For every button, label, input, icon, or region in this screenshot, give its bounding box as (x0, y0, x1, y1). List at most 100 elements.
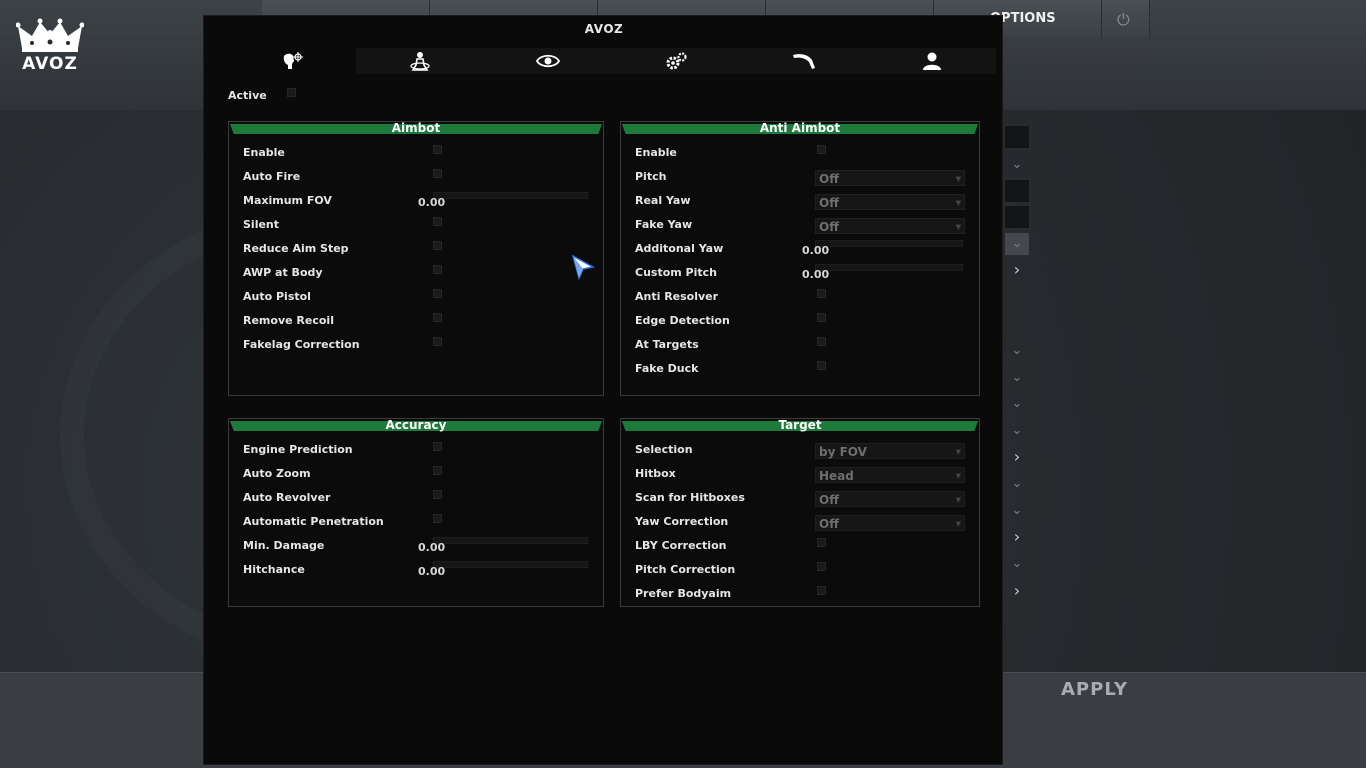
at-targets-checkbox[interactable] (817, 337, 826, 346)
maximum-fov-slider[interactable] (433, 192, 588, 199)
chevron-right-icon[interactable]: › (1005, 526, 1029, 548)
fake-yaw-dropdown[interactable]: Off ▼ (815, 218, 965, 234)
setting-row: Fake Duck (635, 361, 980, 382)
setting-row: Reduce Aim Step (243, 241, 603, 262)
settings-field[interactable] (1004, 205, 1030, 229)
tab-misc[interactable] (612, 48, 740, 74)
dropdown-arrow-icon: ▼ (955, 199, 961, 207)
setting-row: Hitchance 0.00 (243, 561, 603, 583)
setting-label: Pitch (635, 170, 667, 183)
prefer-bodyaim-checkbox[interactable] (817, 586, 826, 595)
chevron-down-icon[interactable]: ⌄ (1005, 500, 1029, 522)
setting-row: Selection by FOV ▼ (635, 443, 980, 463)
chevron-down-icon[interactable]: ⌄ (1005, 340, 1029, 362)
enable-checkbox[interactable] (433, 145, 442, 154)
real-yaw-dropdown[interactable]: Off ▼ (815, 194, 965, 210)
menu-title: AVOZ (584, 22, 624, 36)
setting-label: Edge Detection (635, 314, 730, 327)
setting-label: Scan for Hitboxes (635, 491, 745, 504)
chevron-right-icon[interactable]: › (1005, 259, 1029, 281)
pitch-dropdown[interactable]: Off ▼ (815, 170, 965, 186)
pitch-correction-checkbox[interactable] (817, 562, 826, 571)
enable-checkbox[interactable] (817, 145, 826, 154)
fakelag-correction-checkbox[interactable] (433, 337, 442, 346)
power-icon[interactable]: ⏻ (1117, 10, 1130, 30)
auto-revolver-checkbox[interactable] (433, 490, 442, 499)
chevron-down-icon[interactable]: ⌄ (1005, 233, 1029, 255)
setting-row: Real Yaw Off ▼ (635, 194, 980, 214)
automatic-penetration-checkbox[interactable] (433, 514, 442, 523)
tab-player[interactable] (868, 48, 996, 74)
hitchance-slider[interactable] (433, 561, 588, 568)
custom-pitch-slider[interactable] (815, 264, 963, 271)
slider-value: 0.00 (418, 565, 446, 578)
auto-zoom-checkbox[interactable] (433, 466, 442, 475)
active-toggle-row: Active (228, 88, 296, 102)
dropdown-value: Off (819, 493, 839, 507)
auto-pistol-checkbox[interactable] (433, 289, 442, 298)
auto-fire-checkbox[interactable] (433, 169, 442, 178)
tab-aimbot[interactable] (228, 48, 356, 74)
chevron-down-icon[interactable]: ⌄ (1005, 473, 1029, 495)
setting-row: Remove Recoil (243, 313, 603, 334)
selection-dropdown[interactable]: by FOV ▼ (815, 443, 965, 459)
logo-text: AVOZ (22, 54, 78, 74)
apply-button[interactable]: APPLY (1061, 679, 1128, 700)
awp-at-body-checkbox[interactable] (433, 265, 442, 274)
setting-row: Edge Detection (635, 313, 980, 334)
setting-row: Pitch Correction (635, 562, 980, 583)
min-damage-slider[interactable] (433, 537, 588, 544)
settings-field[interactable] (1004, 179, 1030, 203)
hitbox-dropdown[interactable]: Head ▼ (815, 467, 965, 483)
tab-skins[interactable] (740, 48, 868, 74)
chevron-down-icon[interactable]: ⌄ (1005, 553, 1029, 575)
avoz-logo: AVOZ (14, 18, 86, 74)
remove-recoil-checkbox[interactable] (433, 313, 442, 322)
chevron-right-icon[interactable]: › (1005, 446, 1029, 468)
setting-label: LBY Correction (635, 539, 727, 552)
group-title: Target (778, 418, 822, 432)
setting-label: Min. Damage (243, 539, 325, 552)
dropdown-value: Off (819, 220, 839, 234)
setting-label: Pitch Correction (635, 563, 736, 576)
dropdown-arrow-icon: ▼ (955, 448, 961, 456)
chevron-down-icon[interactable]: ⌄ (1005, 393, 1029, 415)
setting-label: Custom Pitch (635, 266, 718, 279)
chevron-down-icon[interactable]: ⌄ (1005, 154, 1029, 176)
setting-row: Prefer Bodyaim (635, 586, 980, 607)
player-icon (923, 52, 941, 70)
setting-label: Enable (635, 146, 677, 159)
chevron-right-icon[interactable]: › (1005, 580, 1029, 602)
setting-row: Enable (635, 145, 980, 166)
setting-label: Selection (635, 443, 693, 456)
dropdown-arrow-icon: ▼ (955, 496, 961, 504)
scan-for-hitboxes-dropdown[interactable]: Off ▼ (815, 491, 965, 507)
yaw-correction-dropdown[interactable]: Off ▼ (815, 515, 965, 531)
setting-label: Reduce Aim Step (243, 242, 349, 255)
reduce-aim-step-checkbox[interactable] (433, 241, 442, 250)
skins-icon (793, 54, 815, 69)
settings-field[interactable] (1004, 125, 1030, 149)
setting-row: Maximum FOV 0.00 (243, 192, 603, 214)
setting-label: Hitchance (243, 563, 305, 576)
antiaim-icon (410, 52, 430, 71)
dropdown-value: Off (819, 517, 839, 531)
setting-label: Real Yaw (635, 194, 691, 207)
edge-detection-checkbox[interactable] (817, 313, 826, 322)
chevron-down-icon[interactable]: ⌄ (1005, 367, 1029, 389)
setting-label: Hitbox (635, 467, 676, 480)
tab-antiaim[interactable] (356, 48, 484, 74)
silent-checkbox[interactable] (433, 217, 442, 226)
tab-visuals[interactable] (484, 48, 612, 74)
dropdown-arrow-icon: ▼ (955, 223, 961, 231)
fake-duck-checkbox[interactable] (817, 361, 826, 370)
chevron-down-icon[interactable]: ⌄ (1005, 420, 1029, 442)
anti-resolver-checkbox[interactable] (817, 289, 826, 298)
additonal-yaw-slider[interactable] (815, 240, 963, 247)
lby-correction-checkbox[interactable] (817, 538, 826, 547)
engine-prediction-checkbox[interactable] (433, 442, 442, 451)
setting-row: Auto Fire (243, 169, 603, 190)
setting-label: Yaw Correction (635, 515, 729, 528)
active-checkbox[interactable] (286, 88, 296, 97)
group-accuracy: Accuracy Engine Prediction Auto Zoom Aut… (228, 418, 604, 607)
